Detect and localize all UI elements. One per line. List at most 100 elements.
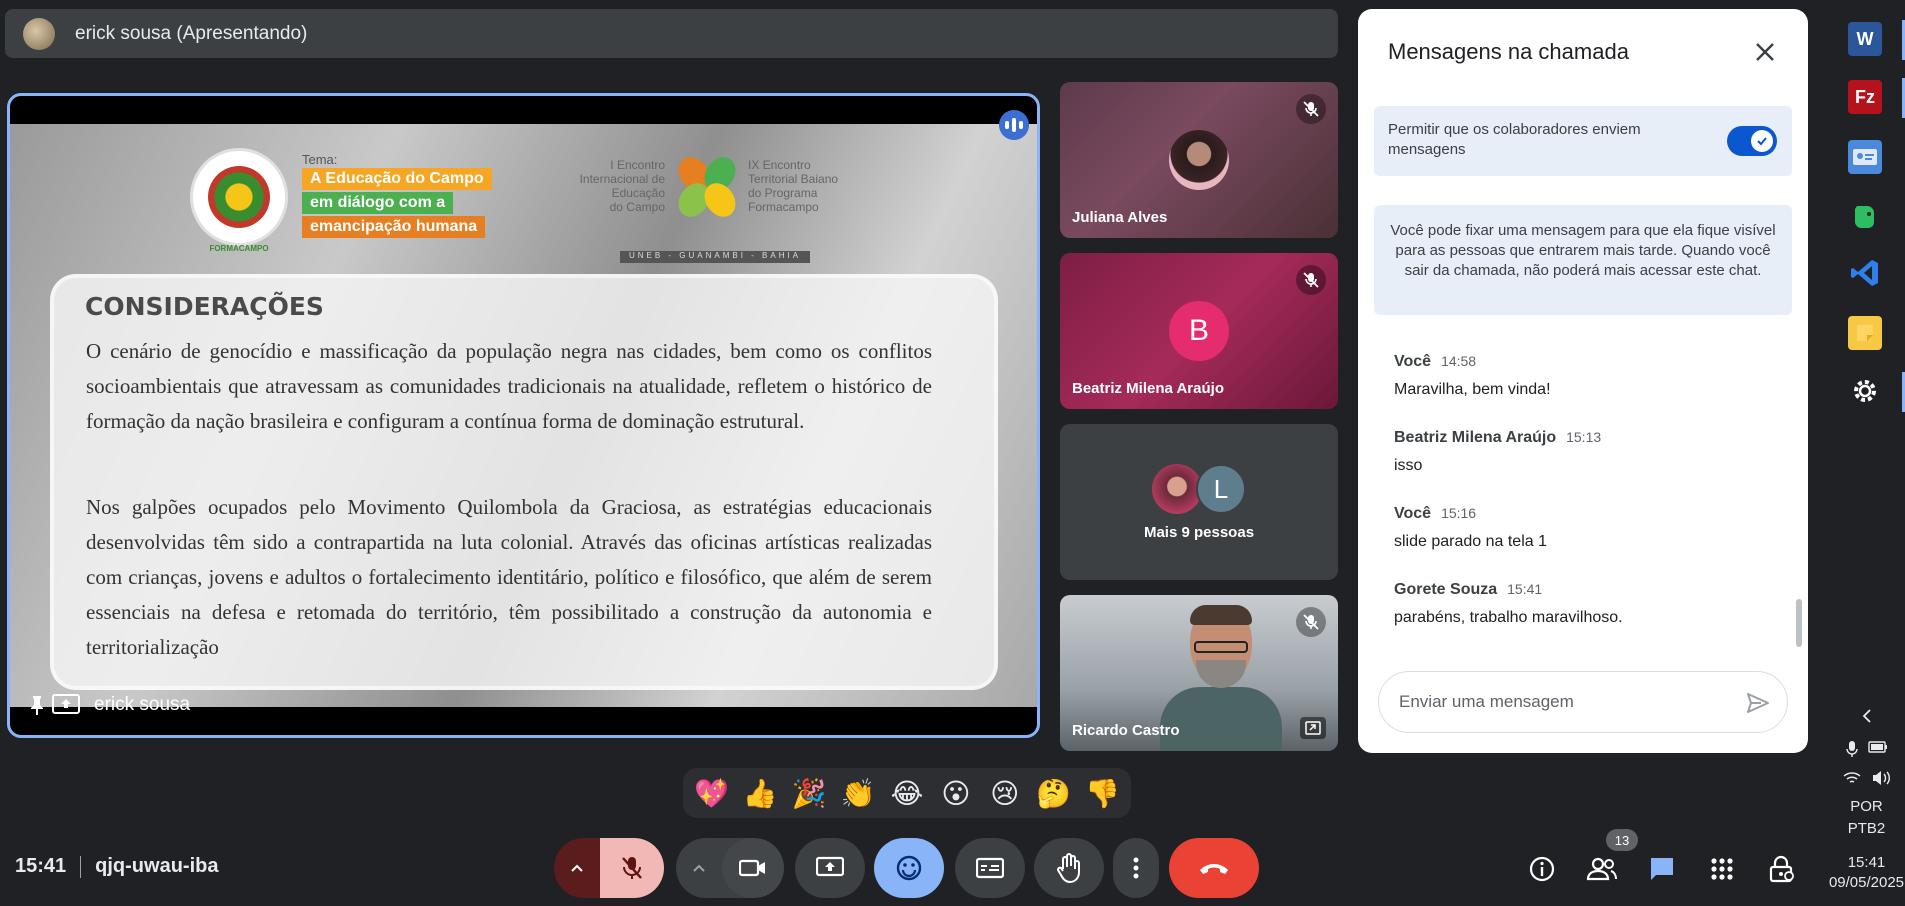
theme-line-2: em diálogo com a	[302, 192, 454, 214]
theme-label: Tema:	[302, 152, 338, 167]
host-controls-button[interactable]	[1760, 847, 1804, 891]
pin-icon[interactable]	[30, 695, 44, 715]
meet-window: erick sousa (Apresentando) FORMACAMPO Te…	[0, 0, 1905, 906]
present-screen-icon	[816, 856, 844, 877]
reaction-laughing[interactable]: 😂	[885, 777, 929, 810]
vscode-app-icon[interactable]	[1848, 256, 1882, 290]
avatar: B	[1169, 301, 1229, 361]
participant-tile-ricardo[interactable]: Ricardo Castro	[1060, 595, 1338, 751]
audio-options-button[interactable]	[554, 838, 600, 898]
tray-icons-row-2	[1828, 770, 1905, 786]
contact-card-app-icon[interactable]	[1848, 140, 1882, 174]
more-participants-tile[interactable]: L Mais 9 pessoas	[1060, 424, 1338, 580]
keyboard-layout[interactable]: PTB2	[1828, 820, 1905, 837]
battery-icon[interactable]	[1867, 740, 1888, 754]
avatar	[1169, 130, 1229, 190]
event-footer: UNEB - GUANAMBI - BAHIA	[620, 251, 810, 263]
apps-grid-icon	[1711, 858, 1733, 880]
reaction-party-popper[interactable]: 🎉	[787, 777, 831, 810]
message-sender: Você	[1394, 505, 1432, 522]
slide-title: CONSIDERAÇÕES	[85, 292, 324, 321]
meeting-info: 15:41 qjq-uwau-iba	[15, 855, 218, 878]
keyboard-language[interactable]: POR	[1828, 798, 1905, 815]
reaction-sparkling-heart[interactable]: 💖	[689, 777, 733, 810]
reaction-surprised[interactable]: 😮	[934, 777, 978, 810]
microphone-icon[interactable]	[1845, 740, 1858, 758]
present-screen-button[interactable]	[795, 838, 865, 898]
message-sender: Gorete Souza	[1394, 581, 1498, 598]
presentation-slide: FORMACAMPO Tema: A Educação do Campo em …	[10, 124, 1037, 707]
captions-button[interactable]	[955, 838, 1025, 898]
people-button[interactable]	[1580, 847, 1624, 891]
participant-tile-juliana[interactable]: Juliana Alves	[1060, 82, 1338, 238]
reaction-thinking[interactable]: 🤔	[1032, 777, 1076, 810]
screen-share-icon	[52, 694, 80, 714]
meeting-code[interactable]: qjq-uwau-iba	[95, 855, 218, 878]
message-time: 15:41	[1507, 581, 1543, 597]
filezilla-app-icon[interactable]: Fz	[1848, 80, 1882, 114]
chat-icon	[1651, 858, 1673, 880]
video-options-button[interactable]	[676, 838, 722, 898]
reaction-crying[interactable]: 😢	[983, 777, 1027, 810]
video-camera-icon	[739, 859, 765, 877]
more-options-button[interactable]	[1113, 838, 1159, 898]
activities-button[interactable]	[1700, 847, 1744, 891]
chevron-left-icon[interactable]	[1828, 708, 1905, 724]
smiley-icon	[896, 855, 922, 881]
message-text: isso	[1394, 457, 1423, 474]
lock-person-icon	[1769, 855, 1794, 883]
check-icon	[1751, 130, 1773, 152]
microphone-control-group	[554, 838, 664, 898]
picture-in-picture-icon[interactable]	[1300, 717, 1326, 739]
avatar	[1152, 464, 1202, 514]
presenter-bar-label: erick sousa (Apresentando)	[75, 22, 308, 44]
speaking-indicator-icon	[999, 110, 1029, 140]
raise-hand-button[interactable]	[1034, 838, 1104, 898]
message-sender: Você	[1394, 353, 1432, 370]
chat-message-input[interactable]	[1399, 692, 1719, 712]
word-app-icon[interactable]: W	[1848, 22, 1882, 56]
theme-line-1: A Educação do Campo	[302, 168, 492, 190]
chat-message: Gorete Souza 15:41 parabéns, trabalho mar…	[1394, 581, 1774, 627]
volume-icon[interactable]	[1871, 770, 1891, 786]
mic-off-icon	[1296, 94, 1326, 124]
mic-off-icon	[1296, 265, 1326, 295]
camera-toggle-button[interactable]	[722, 838, 784, 898]
stage-presenter-name: erick sousa	[94, 694, 191, 715]
presentation-stage[interactable]: FORMACAMPO Tema: A Educação do Campo em …	[7, 93, 1040, 738]
reaction-thumbs-down[interactable]: 👎	[1080, 777, 1124, 810]
chat-button[interactable]	[1640, 847, 1684, 891]
microphone-toggle-button[interactable]	[600, 838, 664, 898]
chat-message: Beatriz Milena Araújo 15:13 isso	[1394, 429, 1774, 475]
chat-panel: Mensagens na chamada Permitir que os col…	[1358, 9, 1808, 753]
message-sender: Beatriz Milena Araújo	[1394, 429, 1557, 446]
leave-call-button[interactable]	[1169, 838, 1259, 898]
system-clock[interactable]: 15:41 09/05/2025	[1828, 853, 1905, 893]
group-avatars: L	[1152, 464, 1252, 516]
event-right-text: IX Encontro Territorial Baiano do Progra…	[748, 158, 839, 214]
allow-messages-label: Permitir que os colaboradores enviem men…	[1388, 121, 1641, 158]
clock-date: 09/05/2025	[1828, 874, 1905, 891]
wifi-icon[interactable]	[1843, 770, 1861, 786]
meeting-time: 15:41	[15, 855, 67, 877]
sticky-notes-app-icon[interactable]	[1848, 316, 1882, 350]
reaction-clapping[interactable]: 👏	[836, 777, 880, 810]
windows-taskbar: W Fz POR PTB2 15:41 09/05/2025	[1828, 0, 1905, 906]
meeting-details-button[interactable]	[1520, 847, 1564, 891]
allow-messages-setting: Permitir que os colaboradores enviem men…	[1374, 106, 1792, 176]
participant-tile-beatriz[interactable]: B Beatriz Milena Araújo	[1060, 253, 1338, 409]
mic-off-icon	[1296, 607, 1326, 637]
gear-icon[interactable]	[1848, 374, 1882, 408]
send-reaction-button[interactable]	[874, 838, 944, 898]
close-icon[interactable]	[1748, 35, 1782, 69]
mic-off-icon	[622, 857, 642, 879]
message-time: 15:13	[1566, 429, 1602, 445]
reaction-thumbs-up[interactable]: 👍	[738, 777, 782, 810]
presenter-avatar	[23, 17, 55, 50]
message-text: slide parado na tela 1	[1394, 533, 1547, 550]
chat-scrollbar[interactable]	[1796, 599, 1802, 647]
send-icon[interactable]	[1745, 690, 1771, 716]
participant-name: Ricardo Castro	[1072, 722, 1180, 739]
evernote-app-icon[interactable]	[1848, 198, 1882, 232]
allow-messages-toggle[interactable]	[1727, 126, 1777, 156]
